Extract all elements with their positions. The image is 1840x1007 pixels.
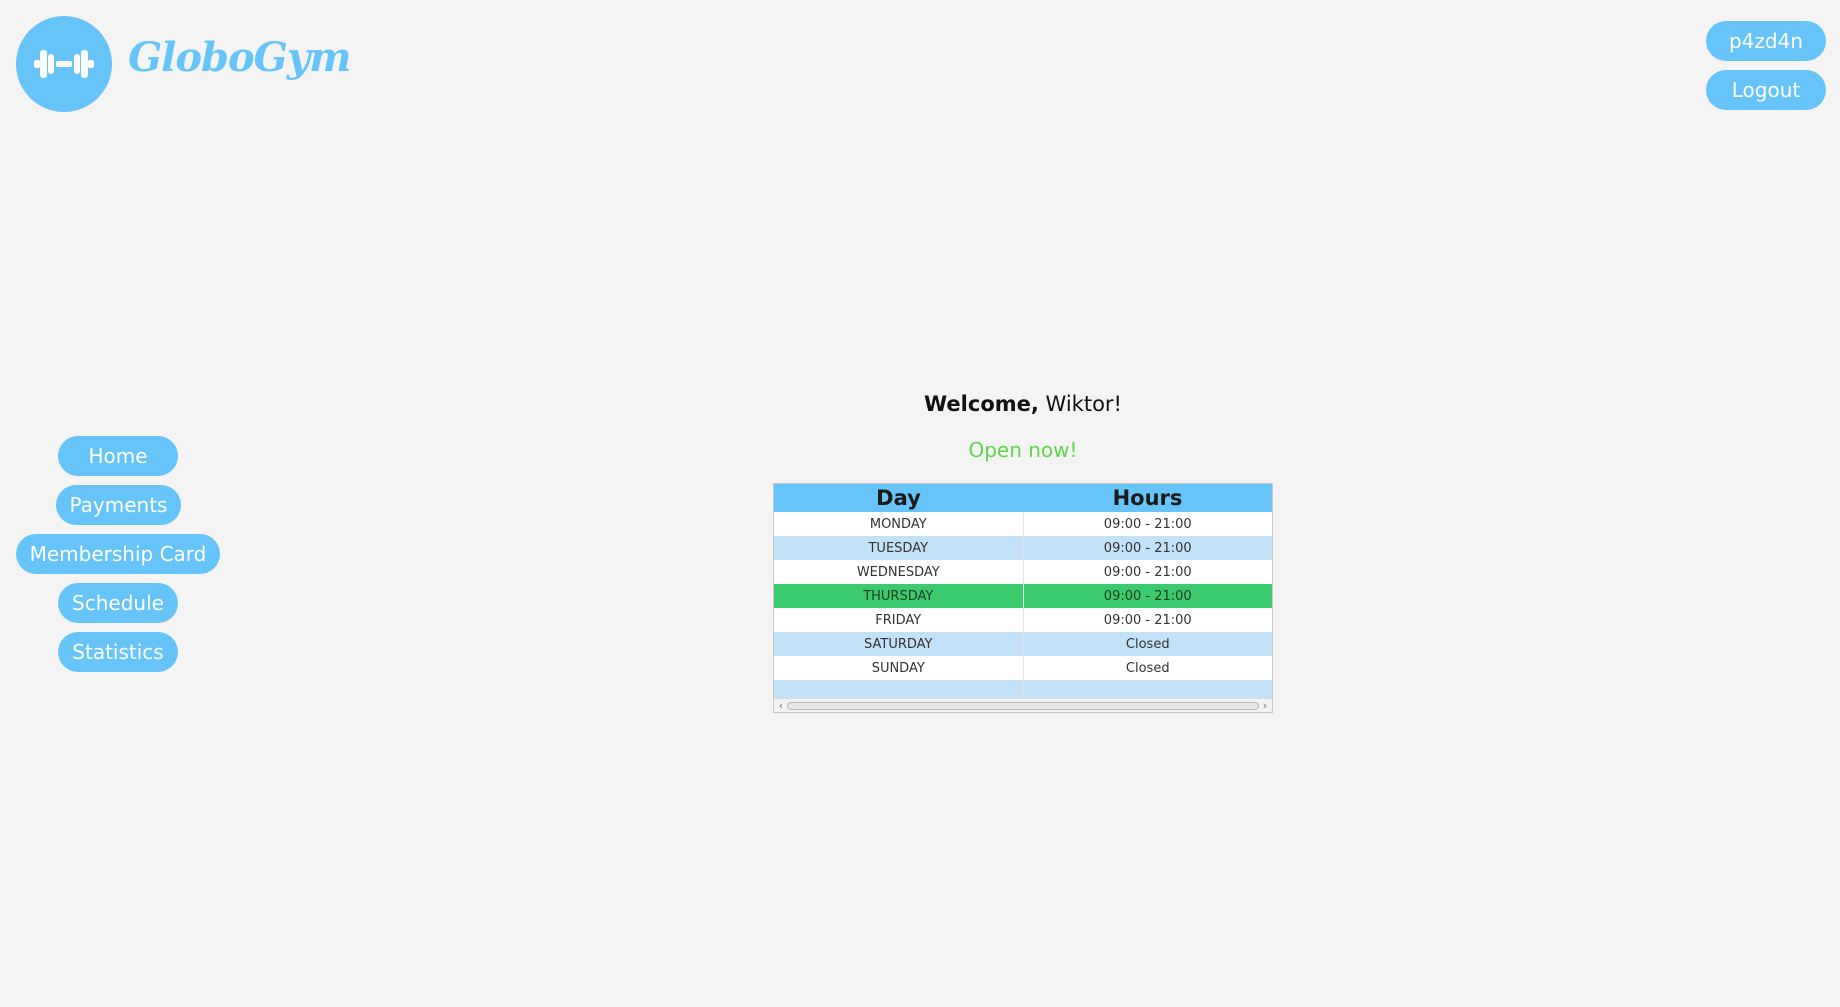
welcome-user-name: Wiktor!: [1045, 392, 1122, 416]
day-cell: FRIDAY: [774, 608, 1024, 632]
username-button[interactable]: p4zd4n: [1706, 21, 1826, 61]
nav-payments-button[interactable]: Payments: [56, 485, 181, 525]
hours-cell: 09:00 - 21:00: [1103, 564, 1192, 580]
nav-schedule-button[interactable]: Schedule: [58, 583, 178, 623]
day-cell: SUNDAY: [774, 656, 1024, 680]
brand-name: GloboGym: [128, 34, 351, 81]
table-empty-row: [774, 680, 1272, 700]
table-row[interactable]: FRIDAY 09:00 - 21:00: [774, 608, 1272, 632]
nav-statistics-button[interactable]: Statistics: [58, 632, 178, 672]
day-cell: TUESDAY: [774, 536, 1024, 560]
table-row-today[interactable]: THURSDAY 09:00 - 21:00: [774, 584, 1272, 608]
dumbbell-icon: [34, 50, 94, 78]
day-cell: WEDNESDAY: [774, 560, 1024, 584]
logout-button[interactable]: Logout: [1706, 70, 1826, 110]
open-status: Open now!: [968, 438, 1078, 462]
scrollbar-thumb[interactable]: [787, 702, 1259, 710]
table-row[interactable]: SUNDAY Closed: [774, 656, 1272, 680]
hours-cell: 09:00 - 21:00: [1023, 536, 1272, 560]
chevron-right-icon[interactable]: ›: [1259, 699, 1271, 712]
hours-cell: Closed: [1125, 660, 1170, 676]
empty-cell: [774, 680, 1024, 700]
column-header-day[interactable]: Day: [774, 484, 1023, 512]
hours-cell: 09:00 - 21:00: [1103, 516, 1192, 532]
table-row[interactable]: SATURDAY Closed: [774, 632, 1272, 656]
table-row[interactable]: MONDAY 09:00 - 21:00: [774, 512, 1272, 536]
day-cell: THURSDAY: [774, 584, 1024, 608]
welcome-message: Welcome, Wiktor!: [773, 392, 1273, 416]
column-header-hours[interactable]: Hours: [1023, 484, 1272, 512]
hours-cell: Closed: [1023, 632, 1272, 656]
hours-cell: 09:00 - 21:00: [1023, 584, 1272, 608]
hours-cell: 09:00 - 21:00: [1103, 612, 1192, 628]
opening-hours-table: Day Hours MONDAY 09:00 - 21:00 TUESDAY 0…: [773, 483, 1273, 713]
day-cell: SATURDAY: [774, 632, 1024, 656]
table-row[interactable]: WEDNESDAY 09:00 - 21:00: [774, 560, 1272, 584]
table-row[interactable]: TUESDAY 09:00 - 21:00: [774, 536, 1272, 560]
empty-cell: [1023, 680, 1272, 700]
welcome-prefix: Welcome,: [924, 392, 1039, 416]
nav-membership-card-button[interactable]: Membership Card: [16, 534, 220, 574]
table-header-row: Day Hours: [774, 484, 1272, 512]
chevron-left-icon[interactable]: ‹: [775, 699, 787, 712]
horizontal-scrollbar[interactable]: ‹ ›: [774, 698, 1272, 712]
day-cell: MONDAY: [774, 512, 1024, 536]
nav-home-button[interactable]: Home: [58, 436, 178, 476]
logo: [16, 16, 112, 112]
